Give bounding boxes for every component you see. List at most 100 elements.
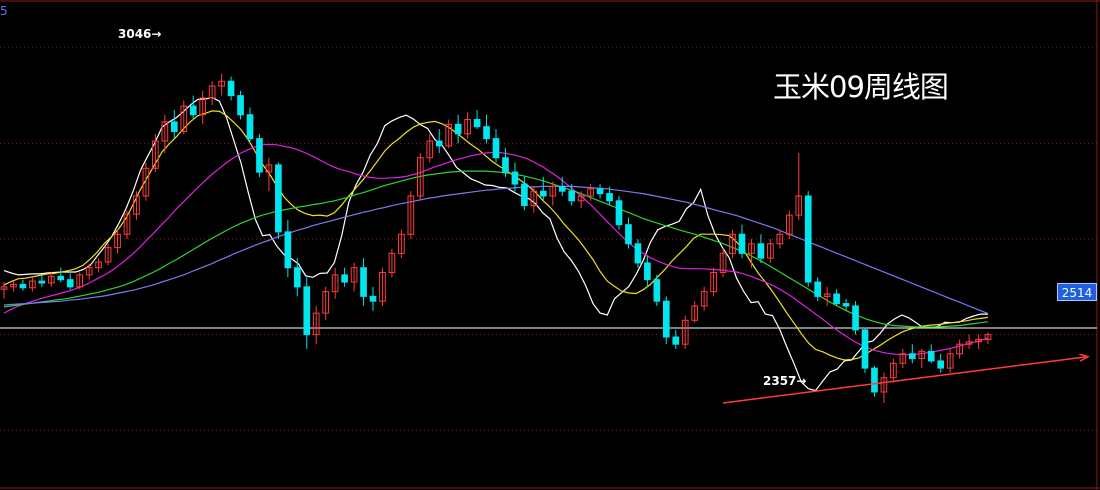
- candle: [473, 109, 481, 130]
- candle: [852, 301, 859, 335]
- candle: [76, 272, 84, 290]
- candle: [644, 255, 651, 287]
- candle: [246, 107, 254, 144]
- candle: [218, 73, 225, 96]
- candle: [265, 157, 273, 192]
- candle: [719, 248, 727, 278]
- candle-body-down: [908, 353, 916, 360]
- candle: [407, 191, 415, 240]
- candle: [341, 267, 348, 287]
- candle: [861, 327, 869, 373]
- candle-body-down: [833, 293, 840, 305]
- candle-body-down: [653, 279, 661, 302]
- candle: [256, 133, 263, 177]
- candle: [104, 243, 112, 266]
- candle: [293, 258, 301, 297]
- corner-label: 5: [0, 4, 8, 18]
- candle: [360, 258, 367, 306]
- candle: [738, 224, 746, 259]
- candle: [615, 196, 623, 230]
- candle: [445, 119, 453, 149]
- candle: [767, 239, 774, 263]
- candle: [435, 129, 443, 153]
- candle: [625, 217, 632, 249]
- candle: [464, 112, 471, 139]
- candle: [284, 219, 292, 278]
- candle-body-down: [502, 157, 509, 173]
- candle: [350, 262, 358, 292]
- candle: [558, 176, 566, 196]
- candle: [577, 191, 585, 208]
- candle-body-down: [369, 295, 377, 302]
- candles: [0, 73, 992, 403]
- candle: [10, 281, 17, 292]
- candle: [133, 191, 140, 220]
- candle: [946, 348, 954, 373]
- candle-body-down: [303, 286, 311, 336]
- chart-title: 玉米09周线图: [773, 70, 949, 104]
- candle-body-down: [634, 243, 642, 264]
- candle: [776, 229, 784, 249]
- candle: [871, 365, 878, 397]
- candle-body-down: [662, 300, 670, 338]
- low-marker-label: 2357→: [763, 374, 806, 388]
- candle: [379, 267, 386, 306]
- candle: [208, 81, 216, 106]
- candle: [57, 267, 65, 283]
- candle: [312, 305, 320, 345]
- candle: [795, 152, 803, 220]
- candle-body-down: [511, 171, 519, 185]
- candle-body-down: [293, 267, 301, 288]
- candle-body-down: [852, 305, 859, 331]
- candle-body-down: [341, 274, 348, 283]
- candle: [19, 279, 27, 291]
- candle: [199, 90, 207, 125]
- candle: [275, 162, 282, 240]
- candle: [918, 348, 926, 369]
- moving-average-line-4: [3, 170, 989, 328]
- candle: [426, 133, 434, 163]
- right-arrow-icon: →: [796, 374, 807, 388]
- moving-average-line-3: [3, 143, 989, 356]
- candle: [454, 114, 462, 144]
- candle-body-down: [937, 360, 945, 369]
- candle: [681, 315, 689, 349]
- candle-body-down: [284, 231, 292, 269]
- candle: [189, 95, 197, 120]
- candle-body-down: [492, 138, 500, 159]
- candle-body-down: [625, 224, 632, 245]
- candle: [492, 129, 500, 163]
- candle-body-down: [738, 233, 746, 254]
- candle: [965, 334, 973, 349]
- right-arrow-icon: →: [151, 27, 162, 41]
- candle-body-down: [539, 190, 547, 197]
- candle-body-down: [256, 138, 263, 173]
- candle-body-down: [871, 367, 878, 393]
- candle: [757, 234, 765, 263]
- candle-body-down: [189, 105, 197, 116]
- candle-body-down: [38, 280, 46, 284]
- candle-body-down: [606, 193, 613, 202]
- candle: [369, 286, 377, 311]
- candle: [908, 344, 916, 364]
- candle: [710, 267, 717, 297]
- candle: [653, 274, 661, 306]
- candle: [833, 289, 840, 306]
- candle: [530, 186, 538, 213]
- candle: [634, 239, 642, 268]
- candle-body-down: [927, 350, 935, 362]
- candle: [303, 277, 311, 349]
- candle-body-down: [237, 95, 244, 116]
- candle-body-down: [170, 121, 178, 132]
- candle-body-down: [615, 200, 623, 226]
- candle-body-down: [483, 126, 490, 140]
- candle: [95, 258, 102, 273]
- candle: [170, 109, 178, 139]
- candle: [66, 273, 74, 290]
- candle: [729, 229, 736, 259]
- candle: [956, 339, 963, 359]
- candle-body-down: [19, 283, 27, 289]
- candle: [398, 229, 405, 259]
- candle-body-down: [757, 243, 765, 259]
- candle: [180, 100, 188, 134]
